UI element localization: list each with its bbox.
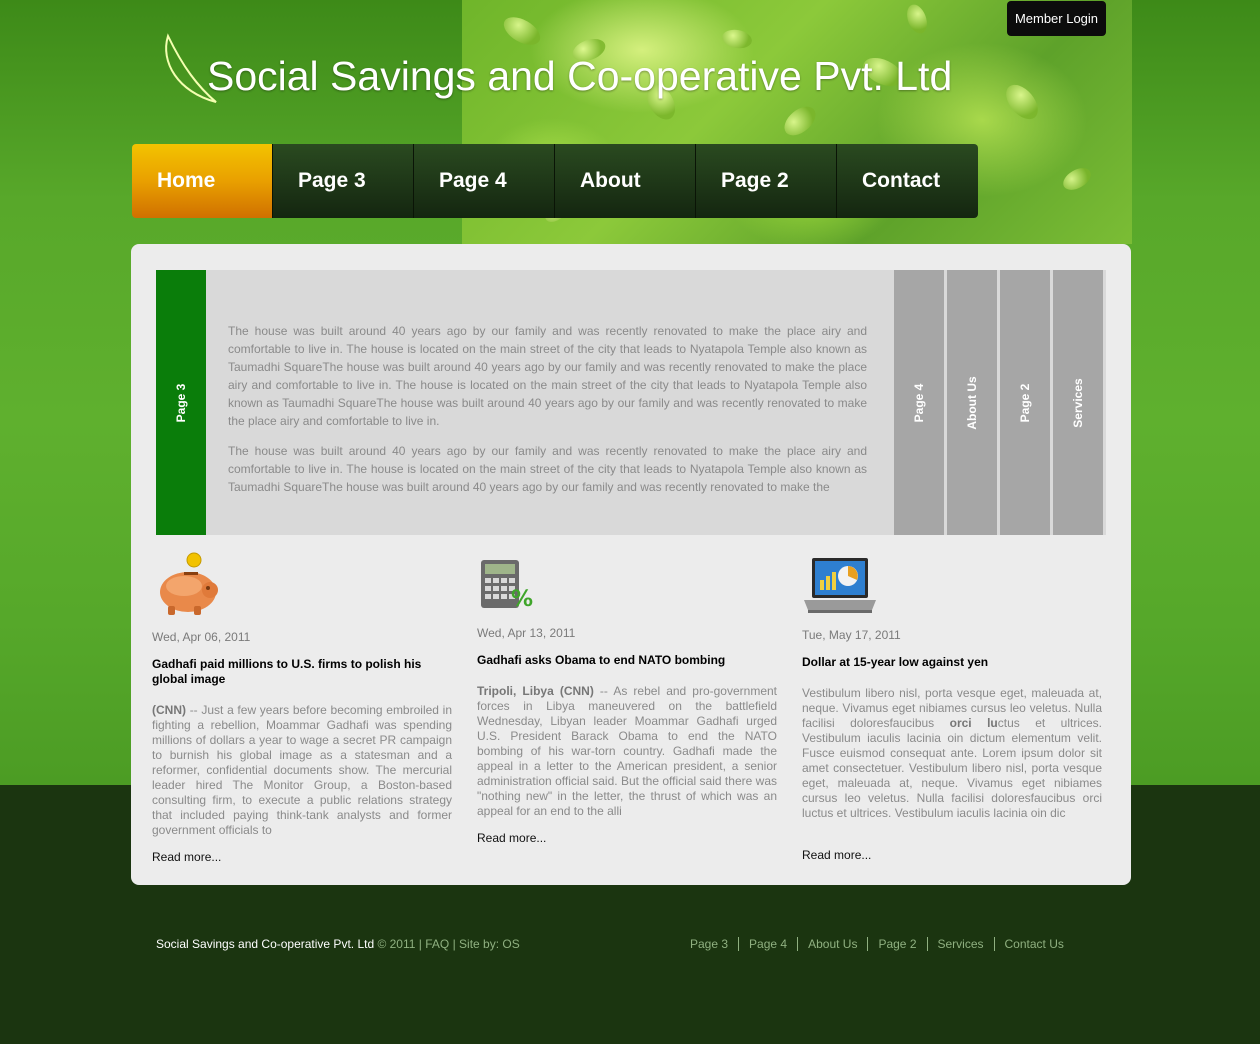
nav-page-2[interactable]: Page 2 <box>696 144 837 218</box>
footer-link-page-2[interactable]: Page 2 <box>867 937 926 951</box>
slider-content: The house was built around 40 years ago … <box>228 322 867 522</box>
footer-link-about-us[interactable]: About Us <box>797 937 867 951</box>
content-panel: Page 3 The house was built around 40 yea… <box>131 244 1131 885</box>
news-body: Vestibulum libero nisl, porta vesque ege… <box>802 686 1102 821</box>
news-lead: (CNN) <box>152 703 186 717</box>
footer-copyright-year: © 2011 <box>374 937 419 951</box>
slider-tab-page-4[interactable]: Page 4 <box>894 270 944 535</box>
piggy-bank-icon <box>160 552 218 615</box>
slider-tab-services[interactable]: Services <box>1053 270 1103 535</box>
footer-faq-link[interactable]: FAQ <box>425 937 449 951</box>
news-date: Wed, Apr 13, 2011 <box>477 626 576 640</box>
footer-link-page-3[interactable]: Page 3 <box>690 937 738 951</box>
footer-link-contact-us[interactable]: Contact Us <box>993 937 1074 951</box>
svg-text:%: % <box>511 587 533 612</box>
slider-paragraph: The house was built around 40 years ago … <box>228 324 867 428</box>
slider-tab-label: About Us <box>965 375 979 430</box>
footer-site-by: Site by: OS <box>459 937 520 951</box>
accordion-slider: Page 3 The house was built around 40 yea… <box>156 270 1106 535</box>
footer-copyright: Social Savings and Co-operative Pvt. Ltd… <box>156 937 520 951</box>
footer-company: Social Savings and Co-operative Pvt. Ltd <box>156 937 375 951</box>
news-date: Tue, May 17, 2011 <box>802 628 901 642</box>
nav-contact[interactable]: Contact <box>837 144 978 218</box>
news-body: (CNN) -- Just a few years before becomin… <box>152 703 452 838</box>
nav-home[interactable]: Home <box>132 144 273 218</box>
slider-paragraph: The house was built around 40 years ago … <box>228 444 867 494</box>
page: Social Savings and Co-operative Pvt. Ltd… <box>0 0 1260 1044</box>
slider-tab-label: Services <box>1071 377 1085 428</box>
footer-nav: Page 3 Page 4 About Us Page 2 Services C… <box>690 937 1074 951</box>
news-lead: Tripoli, Libya (CNN) <box>477 684 594 698</box>
news-text-bold: orci lu <box>949 716 998 730</box>
laptop-icon <box>804 558 876 613</box>
footer-link-page-4[interactable]: Page 4 <box>738 937 797 951</box>
slider-tab-label: Page 2 <box>1018 383 1032 422</box>
news-headline[interactable]: Dollar at 15-year low against yen <box>802 655 1102 670</box>
news-text: -- As rebel and pro-government forces in… <box>477 684 778 818</box>
slider-tab-label: Page 3 <box>174 383 188 422</box>
nav-about[interactable]: About <box>555 144 696 218</box>
main-nav: Home Page 3 Page 4 About Page 2 Contact <box>132 144 983 218</box>
calculator-icon: % <box>481 560 533 612</box>
slider-tab-page-3[interactable]: Page 3 <box>156 270 206 535</box>
news-text: ctus et ultrices. Vestibulum iaculis lac… <box>802 716 1102 820</box>
news-date: Wed, Apr 06, 2011 <box>152 630 251 644</box>
news-body: Tripoli, Libya (CNN) -- As rebel and pro… <box>477 684 777 819</box>
news-headline[interactable]: Gadhafi asks Obama to end NATO bombing <box>477 653 777 668</box>
news-text: -- Just a few years before becoming embr… <box>152 703 452 837</box>
slider-tab-label: Page 4 <box>912 383 926 422</box>
nav-page-4[interactable]: Page 4 <box>414 144 555 218</box>
news-headline[interactable]: Gadhafi paid millions to U.S. firms to p… <box>152 657 452 687</box>
nav-page-3[interactable]: Page 3 <box>273 144 414 218</box>
read-more-link[interactable]: Read more... <box>152 850 221 864</box>
site-title[interactable]: Social Savings and Co-operative Pvt. Ltd <box>207 53 952 100</box>
slider-tab-about-us[interactable]: About Us <box>947 270 997 535</box>
member-login-button[interactable]: Member Login <box>1007 1 1106 36</box>
footer-link-services[interactable]: Services <box>926 937 994 951</box>
read-more-link[interactable]: Read more... <box>477 831 546 845</box>
read-more-link[interactable]: Read more... <box>802 848 871 862</box>
slider-tab-page-2[interactable]: Page 2 <box>1000 270 1050 535</box>
